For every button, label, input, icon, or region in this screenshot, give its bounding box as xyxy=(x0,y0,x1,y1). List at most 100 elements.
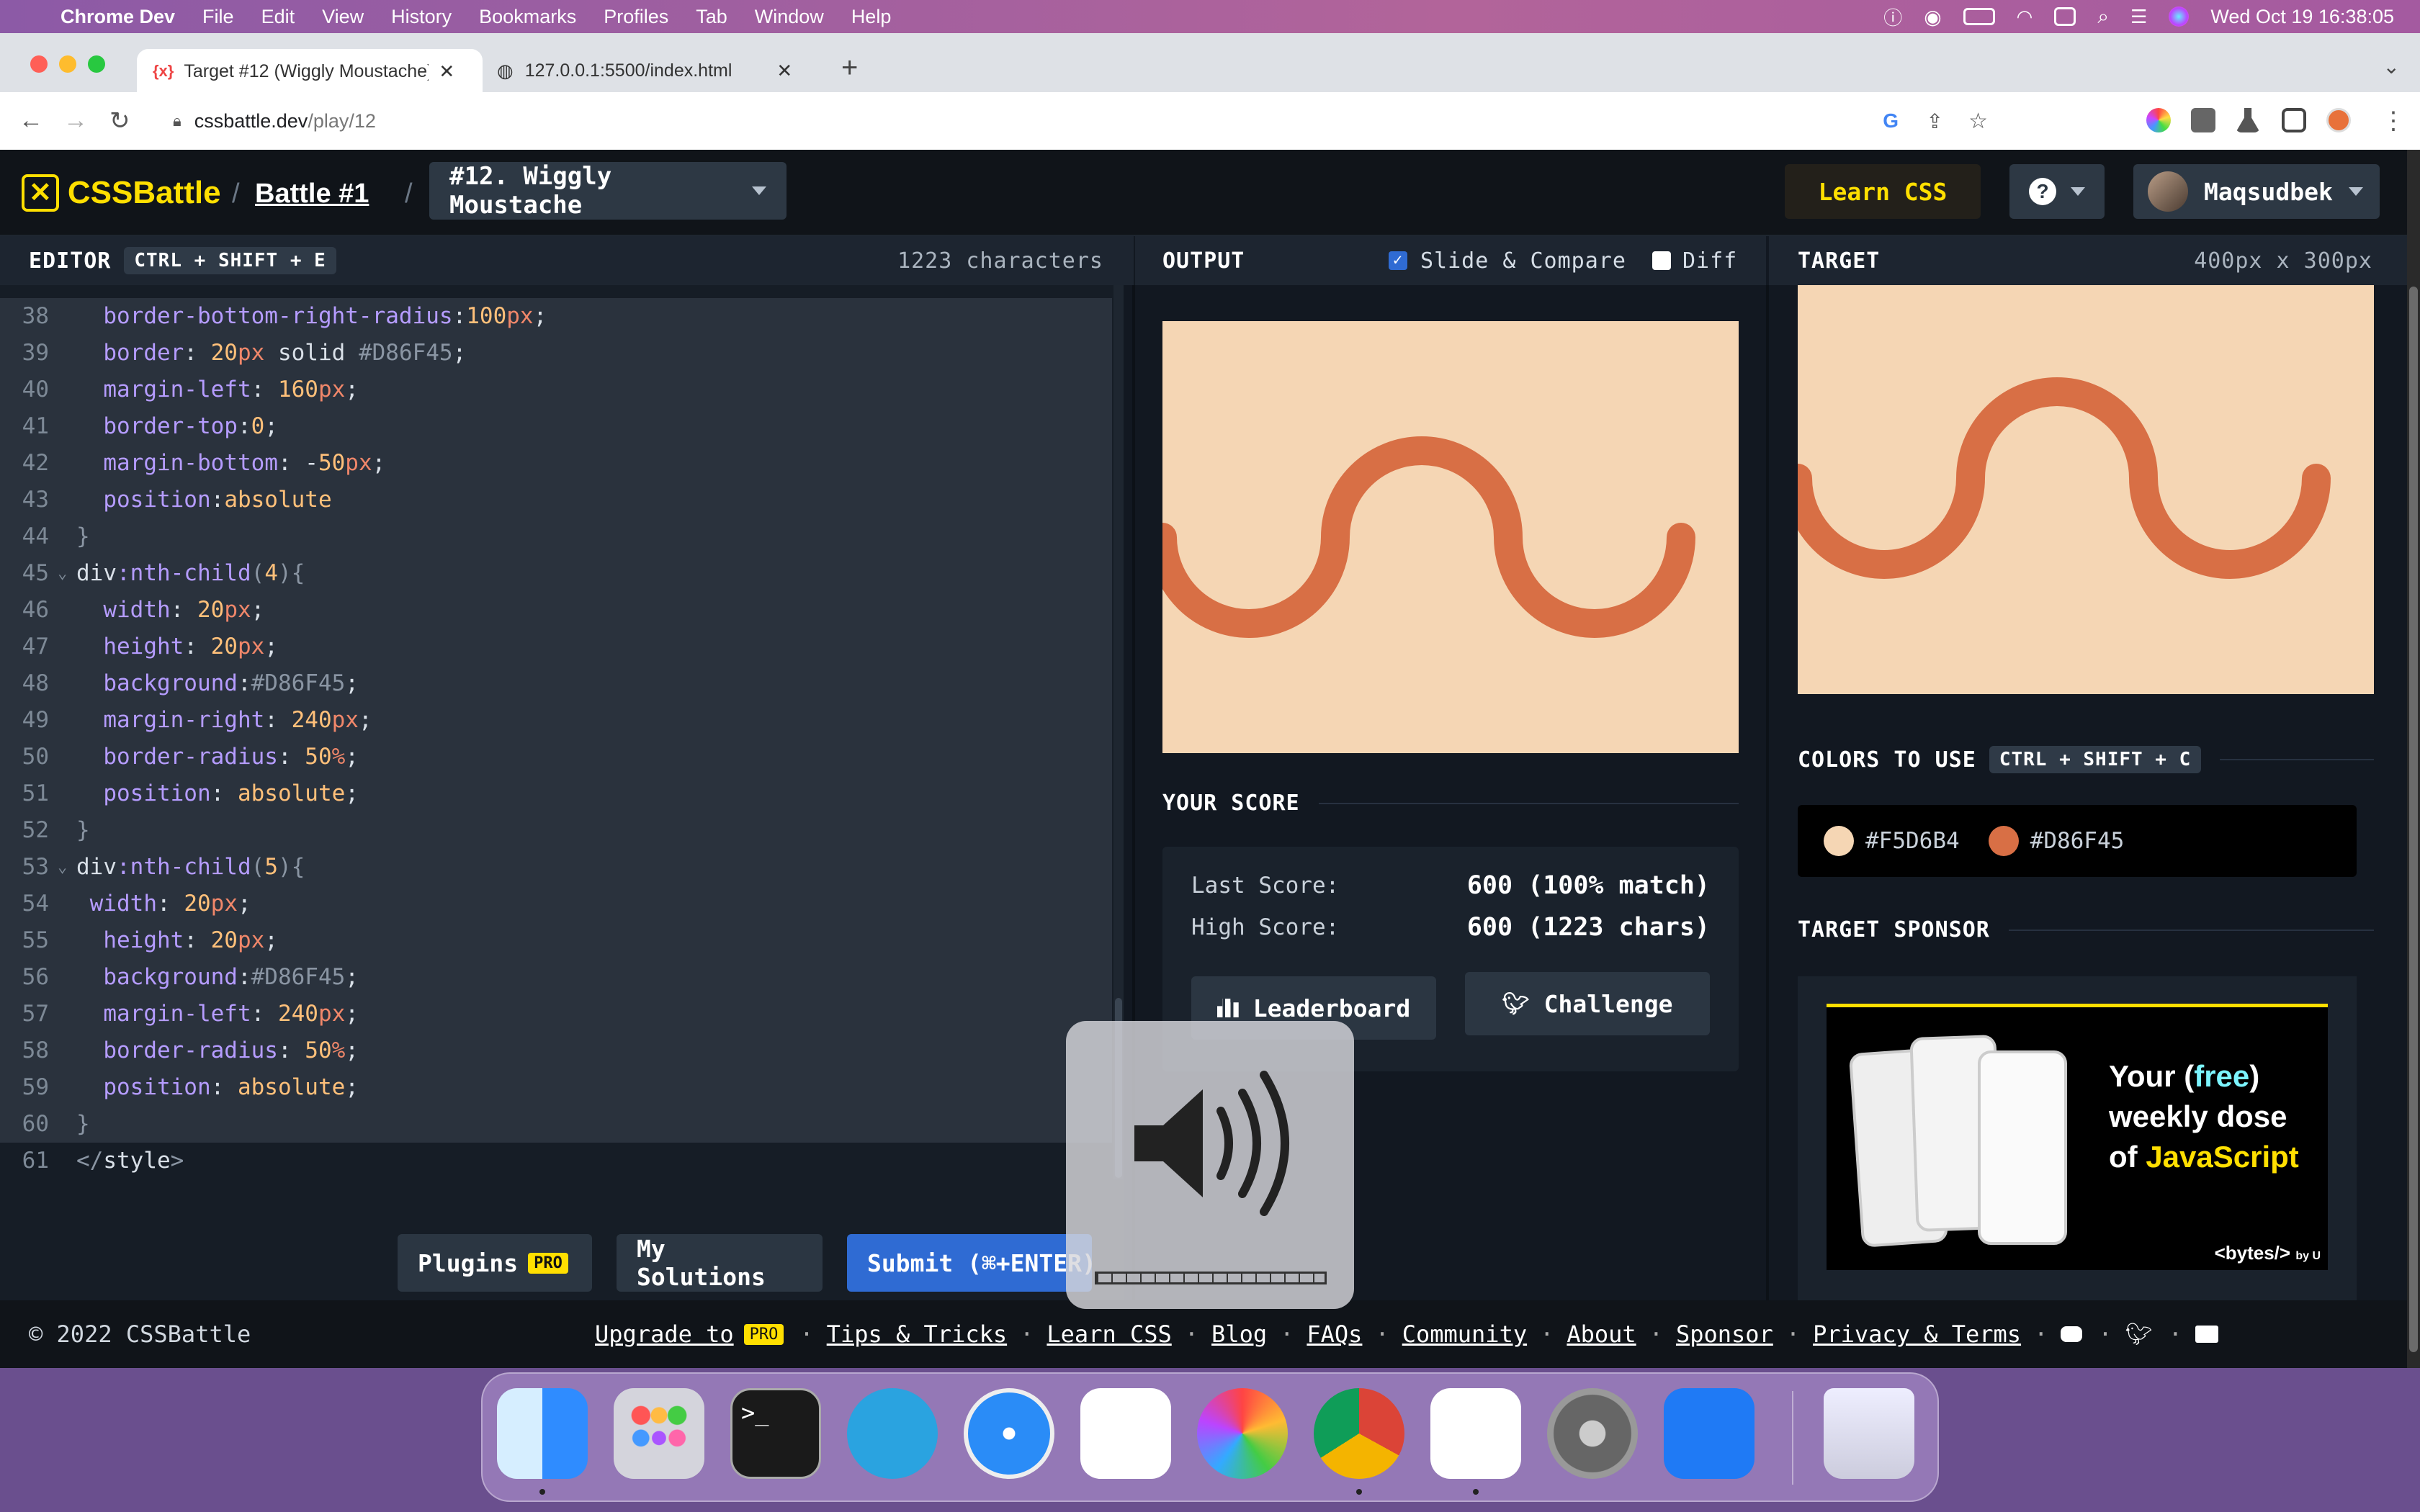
mail-icon[interactable] xyxy=(2195,1326,2218,1343)
help-button[interactable]: ? xyxy=(2009,164,2105,219)
slide-compare-checkbox[interactable]: ✓ xyxy=(1389,251,1407,270)
spotlight-icon[interactable]: ⌕ xyxy=(2097,5,2109,29)
close-tab-icon[interactable]: ✕ xyxy=(776,60,792,82)
code-line[interactable]: 55 height: 20px; xyxy=(0,922,1112,959)
forward-icon[interactable]: → xyxy=(63,107,88,135)
battery-icon[interactable] xyxy=(1963,8,1995,25)
color-swatch-beige[interactable] xyxy=(1824,826,1854,856)
sidebar-icon[interactable] xyxy=(2282,108,2306,132)
keyboard-icon[interactable] xyxy=(2054,7,2076,26)
trash-icon[interactable] xyxy=(1824,1388,1914,1479)
code-line[interactable]: 42 margin-bottom: -50px; xyxy=(0,445,1112,482)
output-canvas[interactable] xyxy=(1162,321,1739,753)
back-icon[interactable]: ← xyxy=(19,107,43,135)
cssbattle-logo[interactable]: ✕ CSSBattle xyxy=(22,174,221,212)
extensions-puzzle-icon[interactable] xyxy=(2191,108,2215,132)
color-hex-orange[interactable]: #D86F45 xyxy=(2030,828,2125,854)
submit-button[interactable]: Submit (⌘+ENTER) xyxy=(847,1234,1092,1292)
code-line[interactable]: 59 position: absolute; xyxy=(0,1069,1112,1106)
fold-chevron-icon[interactable]: ⌄ xyxy=(58,849,67,886)
reload-icon[interactable]: ↻ xyxy=(109,107,130,135)
code-line[interactable]: 61 </style> xyxy=(0,1143,1112,1179)
learn-css-button[interactable]: Learn CSS xyxy=(1785,164,1981,219)
page-scrollbar[interactable] xyxy=(2407,150,2420,1368)
code-line[interactable]: 57 margin-left: 240px; xyxy=(0,996,1112,1032)
menu-tab[interactable]: Tab xyxy=(696,6,727,28)
color-extension-icon[interactable] xyxy=(2146,108,2171,132)
code-line[interactable]: 46 width: 20px; xyxy=(0,592,1112,629)
location-icon[interactable]: ⓘ xyxy=(1883,4,1902,30)
tab-cssbattle[interactable]: {x} Target #12 (Wiggly Moustache) ✕ xyxy=(137,49,483,94)
code-line[interactable]: 58 border-radius: 50%; xyxy=(0,1032,1112,1069)
code-line[interactable]: 41 border-top:0; xyxy=(0,408,1112,445)
footer-blog-link[interactable]: Blog xyxy=(1211,1320,1267,1348)
menu-app-name[interactable]: Chrome Dev xyxy=(60,6,175,28)
sponsor-ad[interactable]: Your (free) weekly dose of JavaScript <b… xyxy=(1827,1004,2328,1270)
code-line[interactable]: 48 background:#D86F45; xyxy=(0,665,1112,702)
safari-icon[interactable] xyxy=(964,1388,1054,1479)
menu-view[interactable]: View xyxy=(322,6,364,28)
system-preferences-icon[interactable] xyxy=(1547,1388,1638,1479)
fold-chevron-icon[interactable]: ⌄ xyxy=(58,555,67,592)
siri-icon[interactable] xyxy=(2169,6,2190,27)
footer-tips-link[interactable]: Tips & Tricks xyxy=(827,1320,1007,1348)
chrome-dev-icon[interactable] xyxy=(1314,1388,1404,1479)
battle-link[interactable]: Battle #1 xyxy=(255,179,369,210)
menu-window[interactable]: Window xyxy=(755,6,824,28)
code-line[interactable]: 40 margin-left: 160px; xyxy=(0,372,1112,408)
page-scrollbar-thumb[interactable] xyxy=(2409,287,2418,1352)
footer-faqs-link[interactable]: FAQs xyxy=(1307,1320,1362,1348)
menu-file[interactable]: File xyxy=(202,6,234,28)
code-line[interactable]: 50 border-radius: 50%; xyxy=(0,739,1112,775)
lock-icon[interactable]: 🔒︎ xyxy=(173,112,182,130)
tab-localhost[interactable]: ◍ 127.0.0.1:5500/index.html ✕ xyxy=(490,49,821,92)
bookmark-star-icon[interactable]: ☆ xyxy=(1968,109,1988,134)
code-line[interactable]: 53 ⌄ div:nth-child(5){ xyxy=(0,849,1112,886)
code-line[interactable]: 51 position: absolute; xyxy=(0,775,1112,812)
slack-icon[interactable] xyxy=(1080,1388,1171,1479)
telegram-icon[interactable] xyxy=(847,1388,938,1479)
control-center-icon[interactable]: ☰ xyxy=(2130,6,2147,28)
google-icon[interactable]: G xyxy=(1883,109,1899,132)
code-lines[interactable]: 38 border-bottom-right-radius:100px; 39 b… xyxy=(0,285,1112,1179)
color-hex-beige[interactable]: #F5D6B4 xyxy=(1865,828,1960,854)
footer-about-link[interactable]: About xyxy=(1567,1320,1636,1348)
footer-privacy-link[interactable]: Privacy & Terms xyxy=(1813,1320,2021,1348)
code-line[interactable]: 52} xyxy=(0,812,1112,849)
tab-search-icon[interactable]: ⌄ xyxy=(2383,55,2400,78)
code-line[interactable]: 38 border-bottom-right-radius:100px; xyxy=(0,298,1112,335)
profile-avatar-icon[interactable] xyxy=(2326,108,2351,132)
code-line[interactable]: 54 width: 20px; xyxy=(0,886,1112,922)
footer-community-link[interactable]: Community xyxy=(1402,1320,1527,1348)
code-line[interactable]: 56 background:#D86F45; xyxy=(0,959,1112,996)
menu-edit[interactable]: Edit xyxy=(261,6,295,28)
flask-extension-icon[interactable] xyxy=(2236,108,2260,132)
finder-icon[interactable] xyxy=(497,1388,588,1479)
user-menu-button[interactable]: Maqsudbek xyxy=(2133,164,2380,219)
wifi-icon[interactable]: ◠ xyxy=(2017,6,2033,28)
code-line[interactable]: 43 position:absolute xyxy=(0,482,1112,518)
user-icon[interactable]: ◉ xyxy=(1924,5,1941,29)
close-window-button[interactable] xyxy=(30,55,48,73)
menu-profiles[interactable]: Profiles xyxy=(604,6,668,28)
close-tab-icon[interactable]: ✕ xyxy=(439,60,454,83)
code-line[interactable]: 44} xyxy=(0,518,1112,555)
footer-sponsor-link[interactable]: Sponsor xyxy=(1676,1320,1773,1348)
clock-text[interactable]: Wed Oct 19 16:38:05 xyxy=(2210,6,2394,28)
vscode-icon[interactable] xyxy=(1430,1388,1521,1479)
diff-label[interactable]: Diff xyxy=(1682,248,1737,274)
footer-learn-css-link[interactable]: Learn CSS xyxy=(1047,1320,1171,1348)
xcode-instruments-icon[interactable] xyxy=(1664,1388,1754,1479)
menu-help[interactable]: Help xyxy=(851,6,892,28)
target-canvas[interactable] xyxy=(1798,285,2374,694)
menu-bookmarks[interactable]: Bookmarks xyxy=(479,6,576,28)
column-divider[interactable] xyxy=(1766,285,1769,1300)
diff-checkbox[interactable] xyxy=(1652,251,1671,270)
new-tab-button[interactable]: + xyxy=(841,52,858,84)
sponsor-banner[interactable]: Your (free) weekly dose of JavaScript <b… xyxy=(1798,976,2357,1300)
twitter-icon[interactable]: 🐦︎ xyxy=(2125,1322,2153,1347)
footer-upgrade-link[interactable]: Upgrade to xyxy=(595,1320,734,1348)
challenge-button[interactable]: 🐦︎ Challenge xyxy=(1465,972,1710,1035)
code-line[interactable]: 60} xyxy=(0,1106,1112,1143)
code-editor[interactable]: 38 border-bottom-right-radius:100px; 39 b… xyxy=(0,285,1124,1300)
